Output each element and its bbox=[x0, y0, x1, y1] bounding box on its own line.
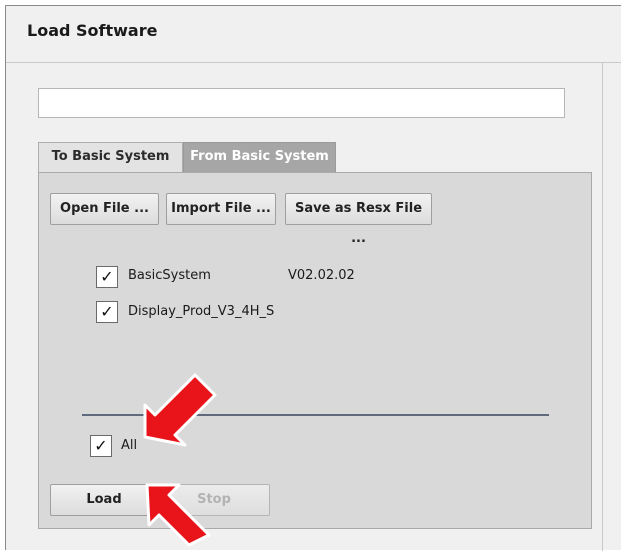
red-arrow-icon bbox=[145, 483, 211, 547]
software-version-label: V02.02.02 bbox=[288, 268, 355, 283]
tab-to-basic-system[interactable]: To Basic System bbox=[38, 142, 183, 172]
import-file-button[interactable]: Import File ... bbox=[166, 193, 276, 225]
load-software-window: Load Software To Basic System From Basic… bbox=[5, 5, 621, 551]
display-prod-checkbox[interactable]: ✓ bbox=[96, 301, 118, 323]
software-name-label: Display_Prod_V3_4H_S bbox=[128, 304, 275, 319]
right-divider bbox=[602, 63, 603, 551]
software-name-label: BasicSystem bbox=[128, 268, 211, 283]
open-file-button[interactable]: Open File ... bbox=[50, 193, 159, 225]
tab-panel-from-basic-system: Open File ... Import File ... Save as Re… bbox=[38, 172, 592, 529]
red-arrow-icon bbox=[143, 373, 217, 447]
window-header: Load Software bbox=[6, 6, 621, 63]
save-as-resx-button[interactable]: Save as Resx File ... bbox=[285, 193, 432, 246]
file-path-input[interactable] bbox=[38, 88, 565, 118]
basicsystem-checkbox[interactable]: ✓ bbox=[96, 266, 118, 288]
window-title: Load Software bbox=[27, 21, 158, 40]
all-checkbox[interactable]: ✓ bbox=[90, 435, 112, 457]
tab-from-basic-system[interactable]: From Basic System bbox=[183, 142, 336, 172]
